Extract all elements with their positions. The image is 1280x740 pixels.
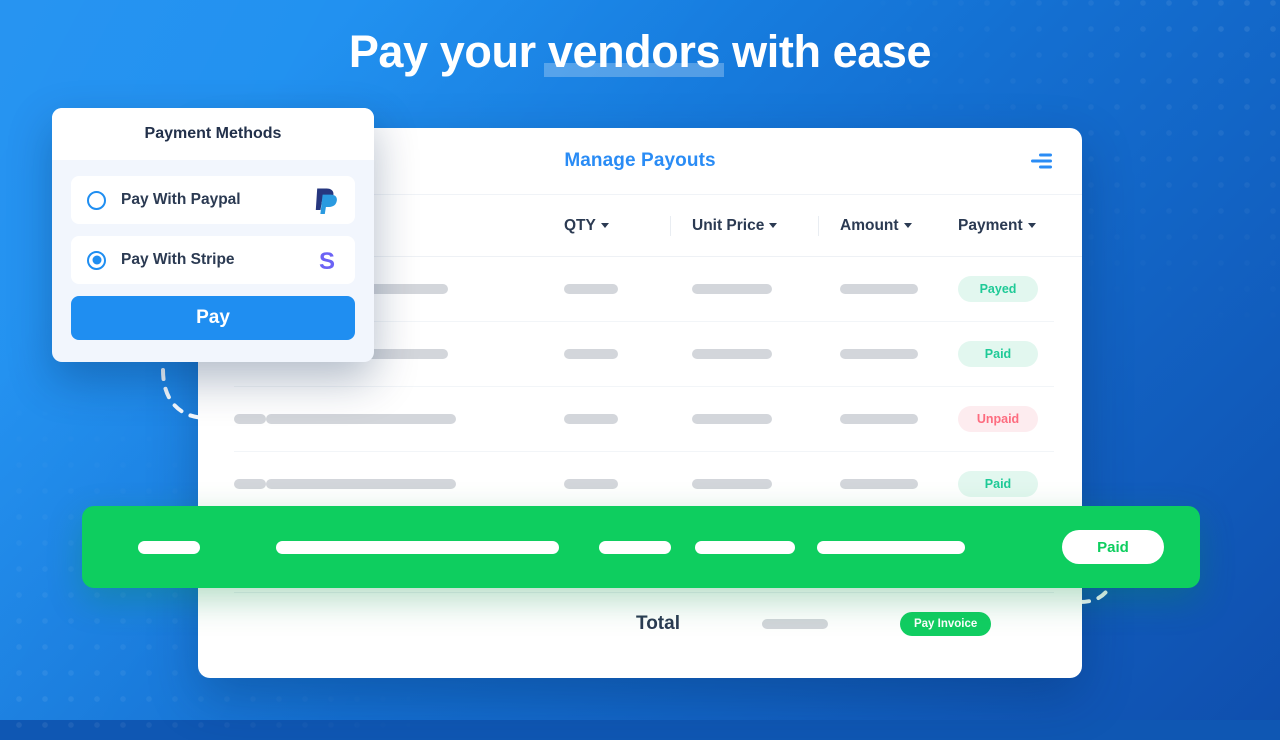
filter-line-3 — [1039, 165, 1052, 169]
placeholder-bar — [564, 414, 618, 424]
status-badge[interactable]: Payed — [958, 276, 1038, 302]
row-description-cell — [266, 479, 564, 489]
headline-highlighted-word: vendors — [543, 26, 725, 77]
placeholder-bar — [695, 540, 795, 554]
pay-button[interactable]: Pay — [71, 296, 355, 340]
filter-line-1 — [1039, 153, 1052, 157]
headline-text-after: with ease — [720, 26, 932, 77]
payment-methods-title: Payment Methods — [144, 125, 282, 142]
row-unit-price-cell — [692, 349, 840, 359]
payment-method-stripe-label: Pay With Stripe — [121, 251, 235, 268]
payment-method-stripe[interactable]: Pay With Stripe S — [71, 236, 355, 284]
payment-methods-panel: Payment Methods Pay With Paypal Pay With… — [52, 108, 374, 362]
table-row[interactable]: Unpaid — [234, 387, 1054, 452]
row-payment-cell: Payed — [958, 276, 1054, 302]
card-title: Manage Payouts — [564, 150, 716, 171]
placeholder-bar — [599, 540, 671, 554]
column-header-payment-label: Payment — [958, 216, 1023, 234]
page-title: Pay your vendors with ease — [0, 26, 1280, 78]
placeholder-bar — [692, 479, 772, 489]
column-header-unit-price-label: Unit Price — [692, 216, 765, 234]
chevron-down-icon — [1027, 223, 1036, 228]
placeholder-bar — [817, 540, 965, 554]
placeholder-bar — [840, 349, 918, 359]
row-description-cell — [266, 414, 564, 424]
row-unit-price-cell — [692, 479, 840, 489]
placeholder-bar — [840, 479, 918, 489]
filter-line-2 — [1031, 159, 1052, 163]
column-header-amount-label: Amount — [840, 216, 899, 234]
status-badge[interactable]: Unpaid — [958, 406, 1038, 432]
placeholder-bar — [840, 414, 918, 424]
stripe-icon: S — [315, 246, 339, 274]
radio-button-stripe[interactable] — [87, 250, 106, 270]
placeholder-bar — [840, 284, 918, 294]
row-amount-cell — [840, 414, 958, 424]
paypal-icon — [313, 186, 339, 214]
placeholder-bar — [564, 349, 618, 359]
total-row: Total Pay Invoice — [234, 592, 1054, 654]
radio-button-paypal[interactable] — [87, 190, 106, 210]
column-header-qty[interactable]: QTY — [564, 217, 692, 235]
total-label: Total — [636, 612, 680, 634]
row-amount-cell — [840, 479, 958, 489]
placeholder-bar — [266, 479, 456, 489]
placeholder-bar — [276, 540, 559, 554]
row-amount-cell — [840, 284, 958, 294]
row-payment-cell: Unpaid — [958, 406, 1054, 432]
payment-method-paypal[interactable]: Pay With Paypal — [71, 176, 355, 224]
status-badge[interactable]: Paid — [1062, 530, 1164, 564]
placeholder-bar — [692, 414, 772, 424]
filter-lines-icon[interactable] — [1030, 153, 1052, 169]
row-qty-cell — [564, 414, 692, 424]
row-unit-price-cell — [692, 414, 840, 424]
svg-text:S: S — [319, 248, 335, 274]
placeholder-bar — [234, 479, 266, 489]
highlighted-payout-row[interactable]: Paid — [82, 506, 1200, 588]
row-qty-cell — [564, 349, 692, 359]
placeholder-bar — [266, 414, 456, 424]
chevron-down-icon — [769, 223, 778, 228]
payment-method-paypal-label: Pay With Paypal — [121, 191, 241, 208]
row-qty-cell — [564, 284, 692, 294]
column-header-amount[interactable]: Amount — [840, 217, 958, 235]
placeholder-bar — [564, 479, 618, 489]
placeholder-bar — [234, 414, 266, 424]
chevron-down-icon — [903, 223, 912, 228]
payment-methods-body: Pay With Paypal Pay With Stripe S Pay — [52, 160, 374, 362]
column-header-payment[interactable]: Payment — [958, 217, 1054, 235]
headline-text-before: Pay your — [348, 26, 548, 77]
placeholder-bar — [692, 284, 772, 294]
row-payment-cell: Paid — [958, 341, 1054, 367]
row-amount-cell — [840, 349, 958, 359]
chevron-down-icon — [600, 223, 609, 228]
status-badge[interactable]: Paid — [958, 341, 1038, 367]
row-qty-cell — [564, 479, 692, 489]
payment-methods-header: Payment Methods — [52, 108, 374, 160]
row-index-cell — [234, 479, 266, 489]
placeholder-bar — [761, 618, 828, 629]
row-unit-price-cell — [692, 284, 840, 294]
pay-invoice-button[interactable]: Pay Invoice — [899, 611, 992, 636]
status-badge[interactable]: Paid — [958, 471, 1038, 497]
placeholder-bar — [138, 540, 200, 554]
row-index-cell — [234, 414, 266, 424]
placeholder-bar — [692, 349, 772, 359]
placeholder-bar — [564, 284, 618, 294]
column-header-qty-label: QTY — [564, 216, 596, 234]
row-payment-cell: Paid — [958, 471, 1054, 497]
